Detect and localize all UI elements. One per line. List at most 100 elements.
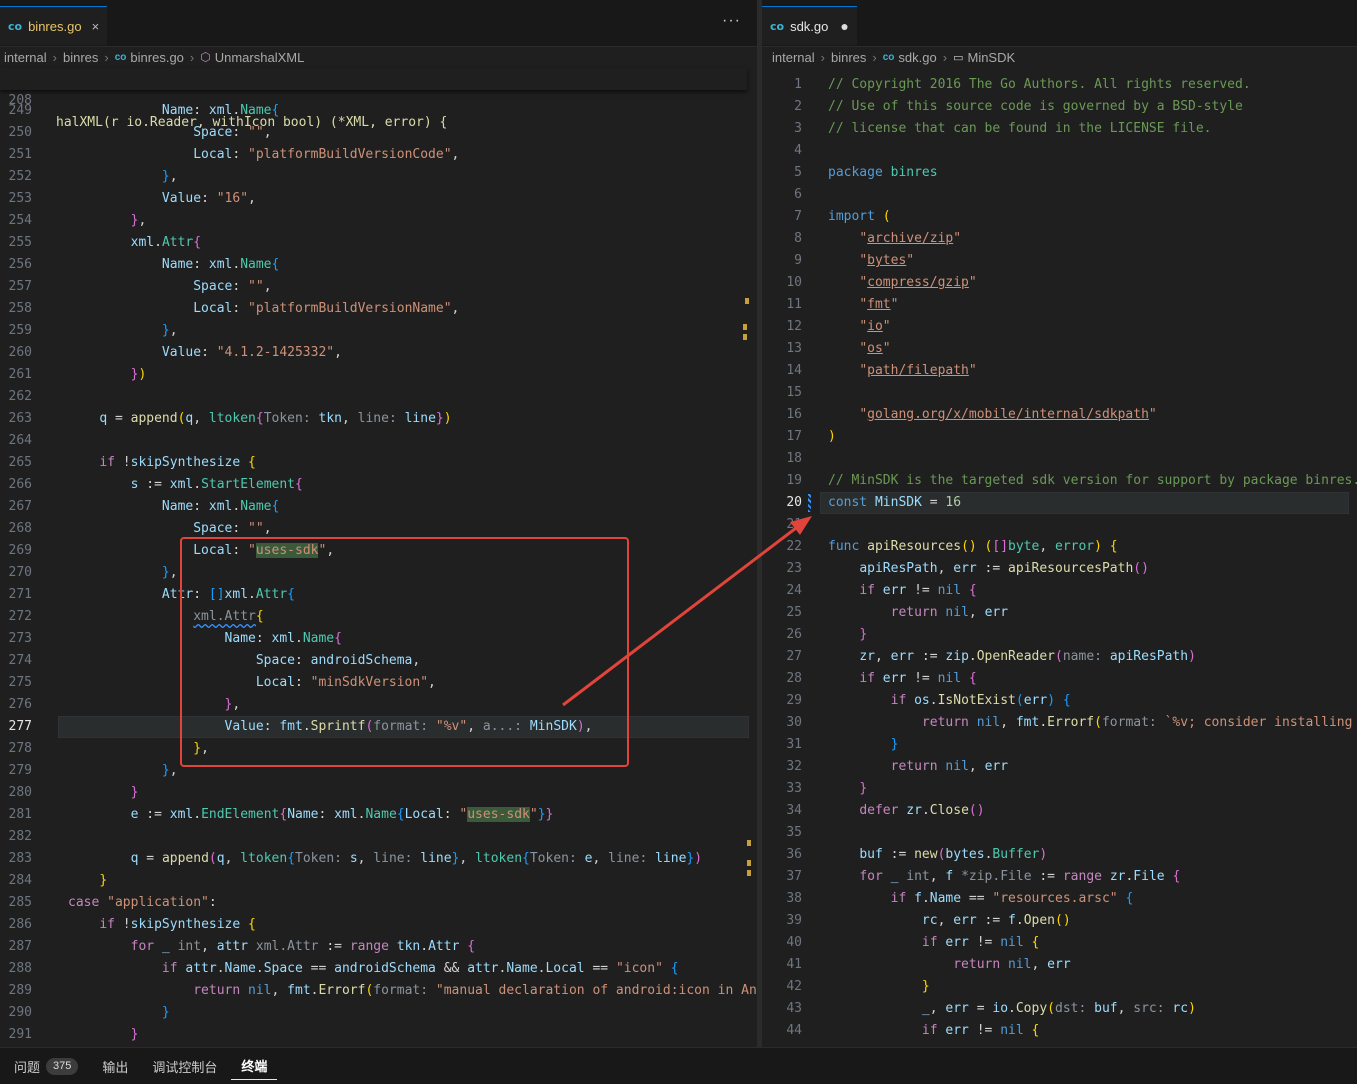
code-line[interactable]: 281 e := xml.EndElement{Name: xml.Name{L…: [0, 804, 757, 826]
code-line[interactable]: 16 "golang.org/x/mobile/internal/sdkpath…: [762, 404, 1357, 426]
code-line[interactable]: 260 Value: "4.1.2-1425332",: [0, 342, 757, 364]
code-line[interactable]: 291 }: [0, 1024, 757, 1046]
code-line[interactable]: 6: [762, 184, 1357, 206]
code-line[interactable]: 286 if !skipSynthesize {: [0, 914, 757, 936]
code-line[interactable]: 20 const MinSDK = 16: [762, 492, 1357, 514]
code-line[interactable]: 29 if os.IsNotExist(err) {: [762, 690, 1357, 712]
code-line[interactable]: 266 s := xml.StartElement{: [0, 474, 757, 496]
code-line[interactable]: 262: [0, 386, 757, 408]
code-line[interactable]: 253 Value: "16",: [0, 188, 757, 210]
code-line[interactable]: 25 return nil, err: [762, 602, 1357, 624]
close-icon[interactable]: ×: [92, 19, 100, 34]
code-line[interactable]: 280 }: [0, 782, 757, 804]
breadcrumb-item[interactable]: UnmarshalXML: [215, 50, 305, 65]
code-line[interactable]: 23 apiResPath, err := apiResourcesPath(): [762, 558, 1357, 580]
code-line[interactable]: 17): [762, 426, 1357, 448]
tab-problems[interactable]: 问题 375: [4, 1053, 88, 1079]
sticky-scroll-header[interactable]: 208 halXML(r io.Reader, withIcon bool) (…: [0, 68, 747, 130]
code-line[interactable]: 267 Name: xml.Name{: [0, 496, 757, 518]
code-line[interactable]: 251 Local: "platformBuildVersionCode",: [0, 144, 757, 166]
breadcrumb-item[interactable]: internal: [772, 50, 815, 65]
code-line[interactable]: 30 return nil, fmt.Errorf(format: `%v; c…: [762, 712, 1357, 734]
code-line[interactable]: 26 }: [762, 624, 1357, 646]
code-line[interactable]: 19 // MinSDK is the targeted sdk version …: [762, 470, 1357, 492]
code-line[interactable]: 12 "io": [762, 316, 1357, 338]
code-line[interactable]: 15: [762, 382, 1357, 404]
code-line[interactable]: 28 if err != nil {: [762, 668, 1357, 690]
tab-output[interactable]: 输出: [92, 1053, 138, 1079]
code-text: // MinSDK is the targeted sdk version fo…: [828, 473, 1357, 488]
code-line[interactable]: 252 },: [0, 166, 757, 188]
code-line[interactable]: 44 if err != nil {: [762, 1020, 1357, 1042]
breadcrumb-item[interactable]: sdk.go: [898, 50, 936, 65]
code-line[interactable]: 33 }: [762, 778, 1357, 800]
code-line[interactable]: 22 func apiResources() ([]byte, error) {: [762, 536, 1357, 558]
more-actions-icon[interactable]: ···: [722, 12, 741, 30]
code-line[interactable]: 27 zr, err := zip.OpenReader(name: apiRe…: [762, 646, 1357, 668]
breadcrumb-item[interactable]: binres: [831, 50, 866, 65]
code-line[interactable]: 39 rc, err := f.Open(): [762, 910, 1357, 932]
code-line[interactable]: 287 for _ int, attr xml.Attr := range tk…: [0, 936, 757, 958]
line-number: 9: [794, 253, 802, 268]
code-line[interactable]: 257 Space: "",: [0, 276, 757, 298]
code-line[interactable]: 36 buf := new(bytes.Buffer): [762, 844, 1357, 866]
code-line[interactable]: 34 defer zr.Close(): [762, 800, 1357, 822]
tab-debug-console[interactable]: 调试控制台: [142, 1053, 227, 1079]
code-line[interactable]: 285 case "application":: [0, 892, 757, 914]
code-line[interactable]: 35: [762, 822, 1357, 844]
code-line[interactable]: 254 },: [0, 210, 757, 232]
left-editor-pane[interactable]: co binres.go × ··· internal › binres › c…: [0, 0, 757, 1047]
code-text: "os": [859, 341, 891, 356]
code-line[interactable]: 282: [0, 826, 757, 848]
breadcrumb-item[interactable]: internal: [4, 50, 47, 65]
unsaved-dot-icon[interactable]: ●: [840, 18, 848, 34]
code-line[interactable]: 9 "bytes": [762, 250, 1357, 272]
code-line[interactable]: 259 },: [0, 320, 757, 342]
code-line[interactable]: 2 // Use of this source code is governed …: [762, 96, 1357, 118]
code-line[interactable]: 283 q = append(q, ltoken{Token: s, line:…: [0, 848, 757, 870]
code-line[interactable]: 41 return nil, err: [762, 954, 1357, 976]
code-line[interactable]: 255 xml.Attr{: [0, 232, 757, 254]
code-line[interactable]: 10 "compress/gzip": [762, 272, 1357, 294]
code-line[interactable]: 14 "path/filepath": [762, 360, 1357, 382]
breadcrumb-item[interactable]: binres: [63, 50, 98, 65]
code-line[interactable]: 18: [762, 448, 1357, 470]
code-line[interactable]: 31 }: [762, 734, 1357, 756]
code-line[interactable]: 7 import (: [762, 206, 1357, 228]
code-line[interactable]: 37 for _ int, f *zip.File := range zr.Fi…: [762, 866, 1357, 888]
code-line[interactable]: 8 "archive/zip": [762, 228, 1357, 250]
line-number: 269: [8, 543, 32, 558]
code-line[interactable]: 1 // Copyright 2016 The Go Authors. All r…: [762, 74, 1357, 96]
code-line[interactable]: 38 if f.Name == "resources.arsc" {: [762, 888, 1357, 910]
code-line[interactable]: 4: [762, 140, 1357, 162]
code-line[interactable]: 261 }): [0, 364, 757, 386]
code-line[interactable]: 5 package binres: [762, 162, 1357, 184]
breadcrumb-item[interactable]: MinSDK: [967, 50, 1015, 65]
code-line[interactable]: 290 }: [0, 1002, 757, 1024]
tab-terminal[interactable]: 终端: [231, 1053, 278, 1080]
code-line[interactable]: 265 if !skipSynthesize {: [0, 452, 757, 474]
code-line[interactable]: 42 }: [762, 976, 1357, 998]
right-editor-pane[interactable]: co sdk.go ● internal › binres › co sdk.g…: [762, 0, 1357, 1047]
code-line[interactable]: 13 "os": [762, 338, 1357, 360]
code-line[interactable]: 284 }: [0, 870, 757, 892]
code-line[interactable]: 11 "fmt": [762, 294, 1357, 316]
code-editor[interactable]: 1 // Copyright 2016 The Go Authors. All r…: [762, 74, 1357, 1047]
code-line[interactable]: 289 return nil, fmt.Errorf(format: "manu…: [0, 980, 757, 1002]
code-line[interactable]: 288 if attr.Name.Space == androidSchema …: [0, 958, 757, 980]
code-line[interactable]: 258 Local: "platformBuildVersionName",: [0, 298, 757, 320]
code-line[interactable]: 21: [762, 514, 1357, 536]
scrollbar[interactable]: [743, 90, 755, 1040]
tab-sdk-go[interactable]: co sdk.go ●: [762, 6, 857, 45]
code-line[interactable]: 256 Name: xml.Name{: [0, 254, 757, 276]
code-line[interactable]: 263 q = append(q, ltoken{Token: tkn, lin…: [0, 408, 757, 430]
code-line[interactable]: 32 return nil, err: [762, 756, 1357, 778]
tab-binres-go[interactable]: co binres.go ×: [0, 6, 108, 45]
code-line[interactable]: 264: [0, 430, 757, 452]
code-line[interactable]: 3 // license that can be found in the LIC…: [762, 118, 1357, 140]
code-line[interactable]: 40 if err != nil {: [762, 932, 1357, 954]
code-line[interactable]: 24 if err != nil {: [762, 580, 1357, 602]
code-line[interactable]: 43 _, err = io.Copy(dst: buf, src: rc): [762, 998, 1357, 1020]
line-number: 290: [8, 1005, 32, 1020]
breadcrumb-item[interactable]: binres.go: [130, 50, 183, 65]
